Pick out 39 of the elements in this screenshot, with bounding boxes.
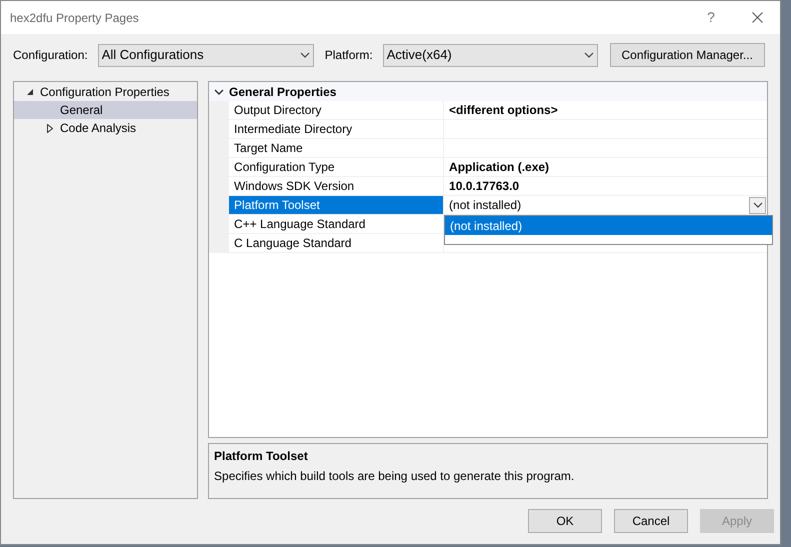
property-value-dropdown[interactable]: (not installed) [444,196,767,215]
configuration-label: Configuration: [13,47,88,64]
configuration-manager-button[interactable]: Configuration Manager... [610,43,765,67]
category-header: General Properties [229,84,336,100]
property-name[interactable]: Platform Toolset [229,196,444,215]
window-title: hex2dfu Property Pages [10,10,140,26]
tree-item[interactable]: General [14,101,198,119]
dropdown-value: All Configurations [102,46,204,64]
tree-item[interactable]: Configuration Properties [14,83,198,101]
dropdown[interactable]: All Configurations [98,44,314,66]
property-name[interactable]: Target Name [229,139,444,158]
help-button[interactable]: ? [688,2,734,34]
property-value[interactable]: Application (.exe) [444,158,767,177]
dropdown-option[interactable]: (not installed) [445,216,772,235]
property-value[interactable]: 10.0.17763.0 [444,177,767,196]
chevron-down-icon[interactable] [214,88,224,94]
dropdown-arrow-button[interactable] [749,196,766,214]
property-name[interactable]: C++ Language Standard [229,215,444,234]
chevron-down-icon [752,202,762,208]
property-value[interactable]: <different options> [444,101,767,120]
tree-item[interactable]: Code Analysis [14,119,198,137]
collapsed-triangle-icon[interactable] [47,124,53,132]
property-name[interactable]: C Language Standard [229,234,444,253]
close-icon [752,12,762,23]
dialog-button[interactable]: OK [528,509,602,533]
description-text: Specifies which build tools are being used to generate this program. [214,468,576,485]
property-name[interactable]: Intermediate Directory [229,120,444,139]
dropdown-value: (not installed) [449,197,522,214]
description-title: Platform Toolset [214,448,309,465]
property-name[interactable]: Configuration Type [229,158,444,177]
platform-label: Platform: [324,47,373,64]
dropdown-value: Active(x64) [386,46,452,64]
property-name[interactable]: Output Directory [229,101,444,120]
dropdown[interactable]: Active(x64) [382,44,598,66]
expanded-triangle-icon[interactable] [26,88,34,96]
chevron-down-icon [584,52,594,58]
chevron-down-icon [300,52,310,58]
property-name[interactable]: Windows SDK Version [229,177,444,196]
dialog-button[interactable]: Cancel [614,509,688,533]
